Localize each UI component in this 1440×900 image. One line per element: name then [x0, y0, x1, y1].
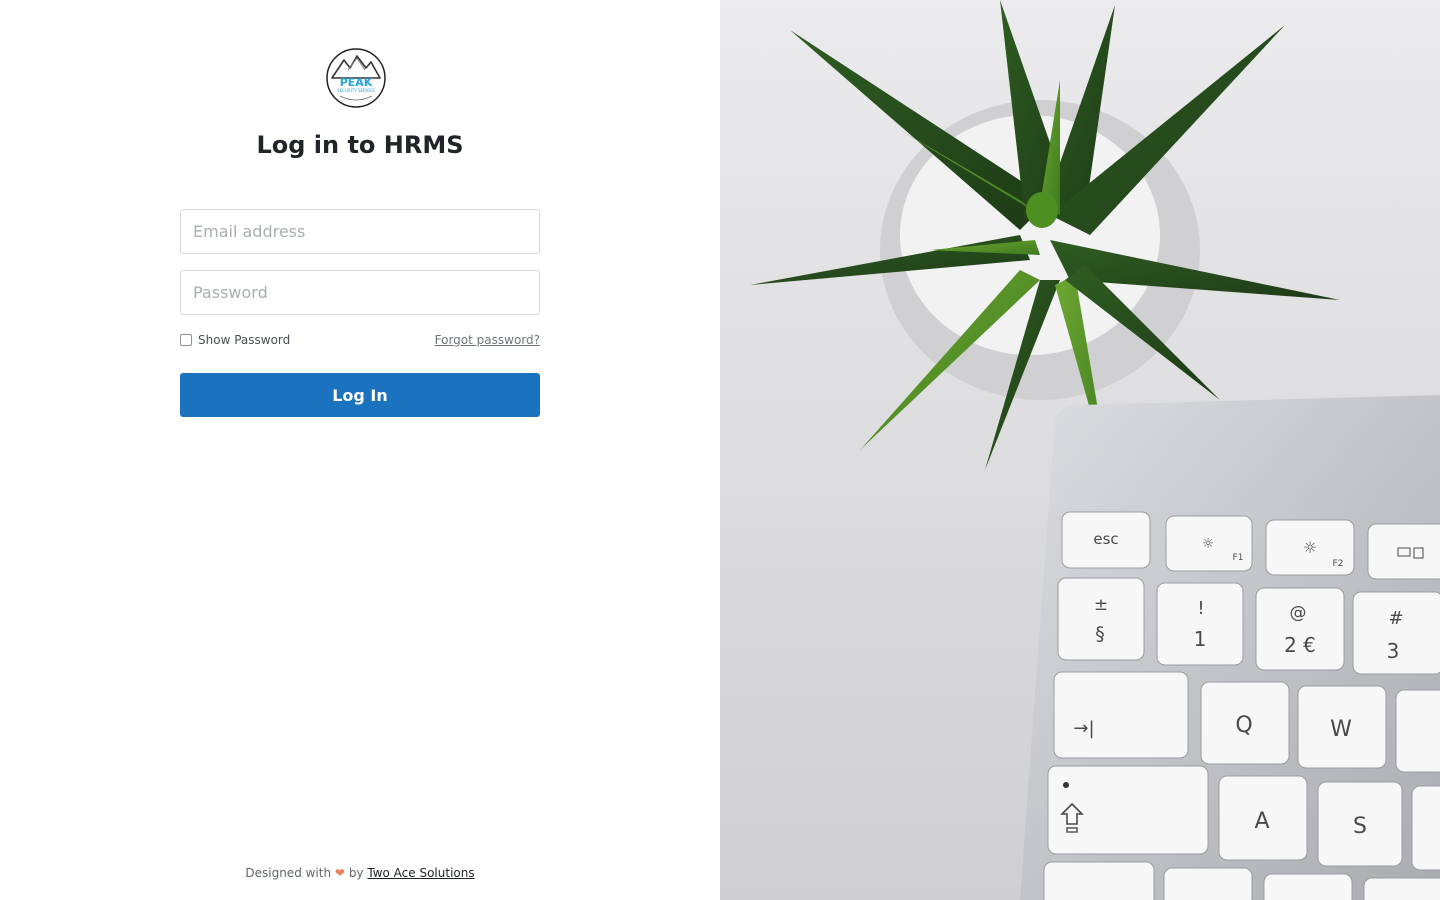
key-x [1363, 877, 1440, 900]
svg-text:☼: ☼ [1303, 538, 1317, 557]
hero-image: esc ☼ F1 ☼ F2 ± § ! 1 @ 2 € # 3 →| Q W A… [720, 0, 1440, 900]
svg-text:→|: →| [1073, 718, 1094, 739]
key-section: ± § [1057, 577, 1145, 661]
key-tilde [1163, 867, 1253, 900]
key-d [1411, 785, 1440, 871]
key-w: W [1297, 685, 1387, 769]
svg-text:3: 3 [1387, 639, 1400, 663]
login-panel: PEAK SECURITY SERVICE Log in to HRMS Sho… [0, 0, 720, 900]
key-z [1263, 873, 1353, 900]
key-esc: esc [1061, 511, 1151, 569]
svg-text:@: @ [1290, 603, 1307, 623]
svg-text:A: A [1254, 809, 1269, 834]
key-1: ! 1 [1156, 582, 1244, 666]
forgot-password-link[interactable]: Forgot password? [435, 332, 540, 348]
key-f3 [1367, 523, 1440, 580]
email-input[interactable] [180, 209, 540, 254]
company-logo: PEAK SECURITY SERVICE [326, 48, 386, 108]
logo-subtitle: SECURITY SERVICE [337, 88, 375, 93]
key-a: A [1218, 775, 1308, 861]
key-q: Q [1200, 681, 1290, 765]
footer-brand-link[interactable]: Two Ace Solutions [367, 866, 474, 880]
password-input[interactable] [180, 270, 540, 315]
svg-text:W: W [1330, 717, 1352, 742]
svg-text:±: ± [1094, 595, 1108, 615]
hero-illustration: esc ☼ F1 ☼ F2 ± § ! 1 @ 2 € # 3 →| Q W A… [720, 0, 1440, 900]
heart-icon: ❤ [334, 866, 345, 880]
key-e [1395, 689, 1440, 773]
key-caps [1047, 765, 1209, 855]
key-s: S [1317, 781, 1403, 867]
svg-text:§: § [1095, 623, 1105, 645]
key-shift [1043, 861, 1155, 900]
svg-text:esc: esc [1093, 530, 1118, 548]
key-f2: ☼ F2 [1265, 519, 1355, 576]
footer-prefix: Designed with [245, 866, 332, 880]
key-2: @ 2 € [1255, 587, 1345, 671]
svg-text:#: # [1388, 608, 1403, 629]
page-title: Log in to HRMS [256, 131, 464, 159]
svg-text:S: S [1353, 814, 1367, 839]
svg-text:1: 1 [1194, 627, 1207, 651]
key-3: # 3 [1352, 591, 1440, 675]
keyboard: esc ☼ F1 ☼ F2 ± § ! 1 @ 2 € # 3 →| Q W A… [1020, 395, 1440, 900]
key-f1: ☼ F1 [1165, 515, 1253, 572]
svg-text:Q: Q [1235, 713, 1252, 738]
svg-text:F2: F2 [1333, 559, 1344, 569]
footer-by: by [348, 866, 364, 880]
login-button[interactable]: Log In [180, 373, 540, 417]
svg-text:F1: F1 [1233, 553, 1244, 563]
login-options: Show Password Forgot password? [180, 332, 540, 348]
footer: Designed with ❤ by Two Ace Solutions [0, 865, 720, 881]
show-password-label[interactable]: Show Password [198, 332, 290, 348]
show-password-checkbox[interactable] [180, 334, 192, 346]
key-tab: →| [1053, 671, 1189, 759]
svg-text:!: ! [1197, 598, 1204, 619]
svg-text:☼: ☼ [1202, 536, 1215, 552]
svg-text:2 €: 2 € [1284, 633, 1316, 657]
